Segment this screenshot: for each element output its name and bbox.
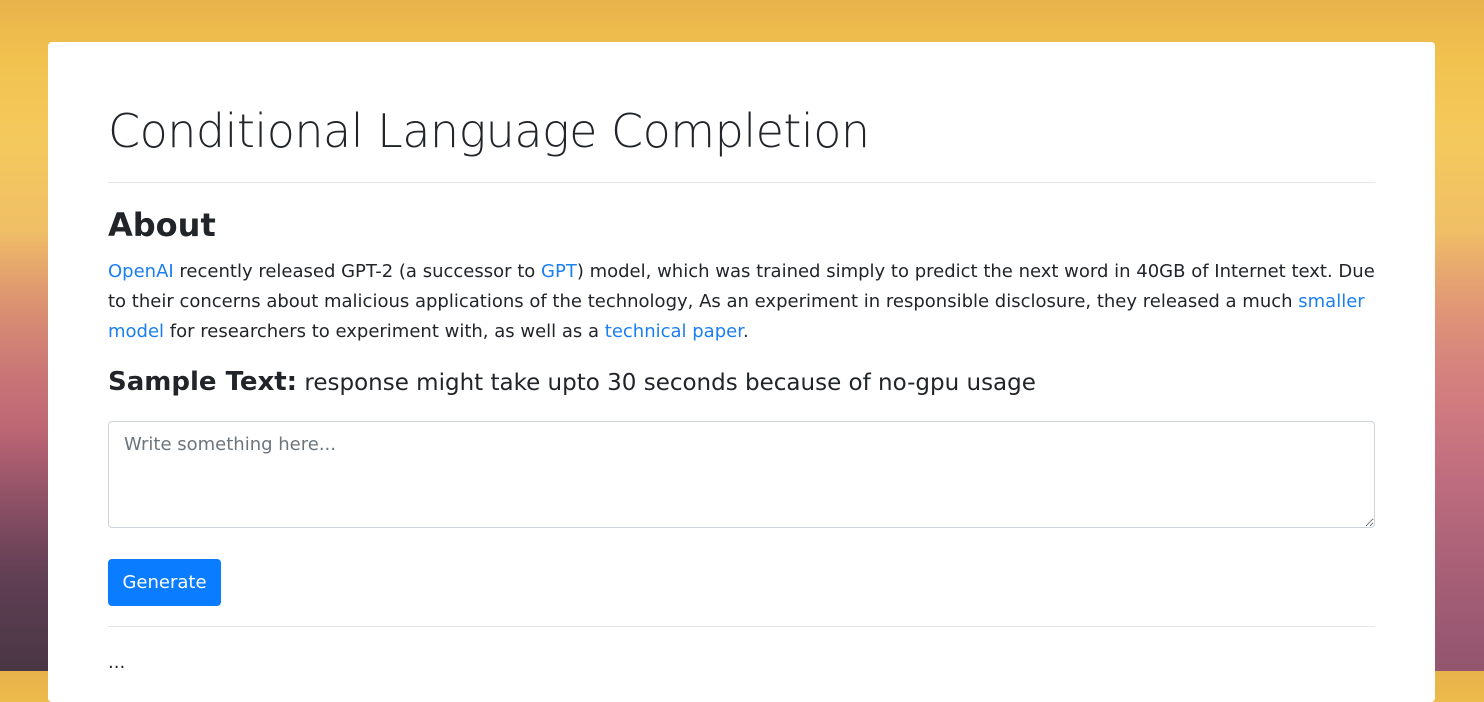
output-divider (108, 626, 1375, 627)
about-text-1: recently released GPT-2 (a successor to (173, 261, 542, 282)
about-description: OpenAI recently released GPT-2 (a succes… (108, 257, 1378, 347)
main-card: Conditional Language Completion About Op… (48, 42, 1435, 702)
about-text-4: . (742, 321, 749, 342)
sample-text-label: Sample Text: (108, 367, 298, 397)
about-heading: About (108, 206, 216, 244)
prompt-textarea[interactable] (108, 421, 1375, 528)
page-title: Conditional Language Completion (108, 104, 870, 158)
title-divider (108, 182, 1375, 183)
sample-text-heading: Sample Text: response might take upto 30… (108, 367, 1036, 397)
openai-link[interactable]: OpenAI (108, 261, 174, 282)
gpt-link[interactable]: GPT (541, 261, 577, 282)
generate-button[interactable]: Generate (108, 559, 221, 606)
output-text: ... (108, 652, 126, 673)
technical-paper-link[interactable]: technical paper (605, 321, 743, 342)
sample-text-note: response might take upto 30 seconds beca… (297, 370, 1036, 396)
about-text-3: for researchers to experiment with, as w… (164, 321, 605, 342)
